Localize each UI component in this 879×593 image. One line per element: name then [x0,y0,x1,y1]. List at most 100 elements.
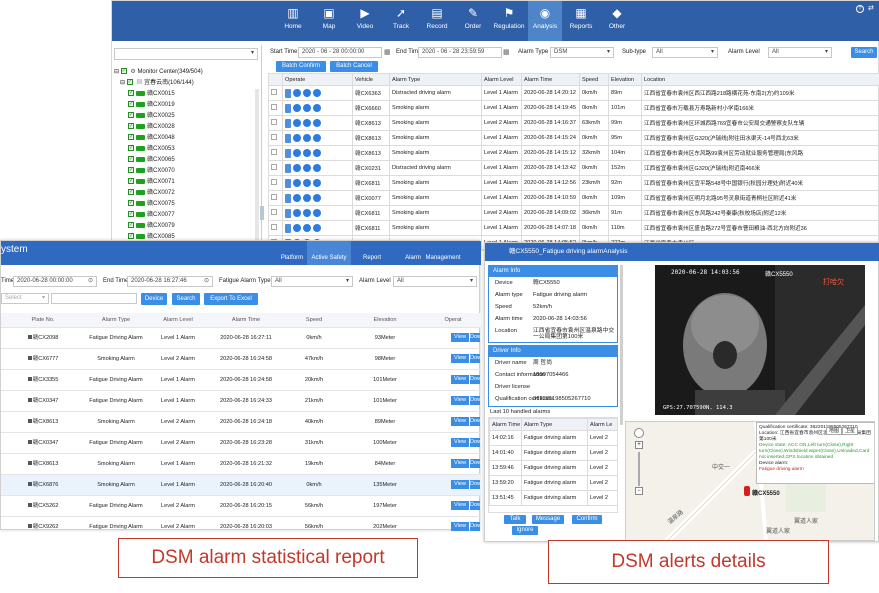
vehicle-input[interactable] [51,293,137,304]
photo-icon[interactable] [303,194,311,202]
nav-home[interactable]: ▥ Home [276,1,310,41]
checkbox-icon[interactable] [271,164,277,170]
phone-icon[interactable] [285,193,291,203]
table-row[interactable]: 赣CX6811 Smoking alarm Level 1 Alarm 2020-06… [268,220,879,236]
start-time-input[interactable]: 2020 - 06 - 28 00:00:00 [298,47,382,58]
row-checkbox[interactable] [268,160,283,176]
tree-search-select[interactable]: ▾ [114,48,258,60]
tree-vehicle[interactable]: ✓ 赣CX0015 [128,89,175,100]
row-checkbox[interactable] [268,145,283,161]
checkbox-icon[interactable] [271,179,277,185]
row-checkbox[interactable] [268,115,283,131]
handled-row[interactable]: 13:59:20 Fatigue driving alarm Level 2 [489,475,617,491]
tree-vehicle[interactable]: ✓ 赣CX0019 [128,100,175,111]
checkbox-icon[interactable] [271,224,277,230]
report-column-header[interactable]: Speed [283,313,345,328]
tree-vehicle[interactable]: ✓ 赣CX0077 [128,210,175,221]
info-scrollbar[interactable] [620,265,623,425]
user-icon[interactable] [313,224,321,232]
map-type-satellite[interactable]: 卫星 [842,427,859,435]
view-button[interactable]: View [451,501,469,510]
table-row[interactable]: 赣CX6811 Smoking alarm Level 1 Alarm 2020-06… [268,175,879,191]
view-button[interactable]: View [451,396,469,405]
select-all-cell[interactable] [268,73,283,86]
fatigue-type-select[interactable]: All ▾ [271,276,353,287]
nav-analysis[interactable]: ◉ Analysis [528,1,562,41]
phone-icon[interactable] [285,163,291,173]
tree-vehicle[interactable]: ✓ 赣CX0072 [128,188,175,199]
table-row[interactable]: 赣CX8613 Smoking alarm Level 2 Alarm 2020-06… [268,145,879,161]
view-button[interactable]: View [451,354,469,363]
table-row[interactable]: 赣CX6811 Smoking alarm Level 2 Alarm 2020-06… [268,205,879,221]
phone-icon[interactable] [285,88,291,98]
batch-confirm-button[interactable]: Batch Confirm [276,61,326,72]
checkbox-icon[interactable]: ✓ [120,68,127,75]
report-row[interactable]: 赣CX9262 Fatigue Driving Alarm Level 2 Alar… [1,516,481,531]
map-type-normal[interactable]: 地图 [826,427,843,435]
download-button[interactable]: Dow [470,354,481,363]
map-type-switch[interactable]: 地图 卫星 [826,427,859,435]
chat-icon[interactable] [293,224,301,232]
checkbox-icon[interactable]: ✓ [128,233,134,240]
user-icon[interactable] [313,164,321,172]
checkbox-icon[interactable] [271,209,277,215]
table-row[interactable]: 赣CX6363 Distracted driving alarm Level 1 A… [268,85,879,101]
pan-icon[interactable] [634,428,644,438]
photo-icon[interactable] [303,134,311,142]
zoom-slider[interactable] [638,452,640,486]
column-header[interactable]: Alarm Type [389,73,482,86]
checkbox-icon[interactable] [271,89,277,95]
nav-order[interactable]: ✎ Order [456,1,490,41]
report-row[interactable]: 赣CX8613 Smoking Alarm Level 2 Alarm 2020-06… [1,411,481,433]
column-header[interactable]: Location [641,73,879,86]
row-checkbox[interactable] [268,175,283,191]
checkbox-icon[interactable]: ✓ [128,145,134,152]
view-button[interactable]: View [451,375,469,384]
camera-snapshot[interactable]: 2020-06-28 14:03:56 赣CX5550 打哈欠 GPS:27.7… [655,265,865,415]
column-header[interactable]: Speed [579,73,609,86]
tree-vehicle[interactable]: ✓ 赣CX0075 [128,199,175,210]
tree-vehicle[interactable]: ✓ 赣CX0070 [128,166,175,177]
checkbox-icon[interactable]: ✓ [128,167,134,174]
photo-icon[interactable] [303,224,311,232]
phone-icon[interactable] [285,178,291,188]
map-view[interactable]: 温泉路 中交一 翼道人家 翼道人家 + − 赣CX5550 Qualificat… [625,421,875,541]
report-tab-management[interactable]: Management [424,241,462,265]
tree-root[interactable]: ⊟ ✓ ⚙ Monitor Center(349/504) [114,67,203,78]
checkbox-icon[interactable]: ✓ [128,211,134,218]
download-button[interactable]: Dow [470,522,481,531]
ignore-button[interactable]: Ignore [512,526,538,535]
download-button[interactable]: Dow [470,480,481,489]
row-checkbox[interactable] [268,220,283,236]
report-column-header[interactable]: Elevation [345,313,425,328]
nav-reports[interactable]: ▦ Reports [564,1,598,41]
checkbox-icon[interactable]: ✓ [128,178,134,185]
report-start-input[interactable]: 2020-06-28 00:00:00 ⊙ [13,276,97,287]
zoom-in-icon[interactable]: + [635,441,643,449]
download-button[interactable]: Dow [470,501,481,510]
vehicle-select[interactable]: Select ▾ [1,293,49,304]
photo-icon[interactable] [303,89,311,97]
user-icon[interactable] [313,209,321,217]
row-checkbox[interactable] [268,100,283,116]
photo-icon[interactable] [303,164,311,172]
row-checkbox[interactable] [268,205,283,221]
checkbox-icon[interactable]: ✓ [128,123,134,130]
chat-icon[interactable] [293,209,301,217]
report-end-input[interactable]: 2020-06-28 16:27:46 ⊙ [127,276,213,287]
row-checkbox[interactable] [268,190,283,206]
report-column-header[interactable]: Plate No. [1,313,85,328]
confirm-button[interactable]: Confirm [572,515,602,524]
tree-vehicle[interactable]: ✓ 赣CX0028 [128,122,175,133]
column-header[interactable]: Operate [282,73,353,86]
checkbox-icon[interactable]: ✓ [128,101,134,108]
checkbox-icon[interactable] [271,134,277,140]
handled-row[interactable]: 13:51:45 Fatigue driving alarm Level 2 [489,490,617,506]
download-button[interactable]: Dow [470,438,481,447]
report-search-button[interactable]: Search [172,293,200,305]
column-header[interactable]: Alarm Level [481,73,522,86]
table-row[interactable]: 赣CX8613 Smoking alarm Level 1 Alarm 2020-06… [268,130,879,146]
nav-map[interactable]: ▣ Map [312,1,346,41]
report-row[interactable]: 赣CX6777 Smoking Alarm Level 2 Alarm 2020-06… [1,348,481,370]
alarm-type-select[interactable]: DSM ▾ [550,47,614,58]
